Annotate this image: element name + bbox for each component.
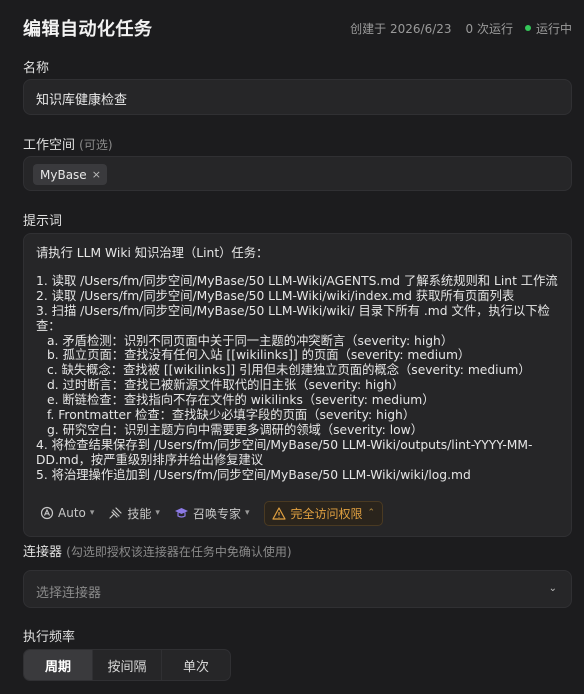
model-selector[interactable]: Auto ▾ bbox=[40, 506, 94, 520]
chevron-down-icon: ▾ bbox=[89, 508, 95, 518]
connector-hint: (勾选即授权该连接器在任务中免确认使用) bbox=[66, 545, 292, 559]
header: 编辑自动化任务 创建于 2026/6/23 0 次运行 运行中 bbox=[23, 14, 572, 42]
prompt-label: 提示词 bbox=[23, 214, 63, 229]
created-date: 创建于 2026/6/23 bbox=[350, 21, 452, 36]
prompt-toolbar: Auto ▾ 技能 ▾ 召唤专家 ▾ 完全访问权限 ⌃ bbox=[40, 500, 384, 526]
workspace-select[interactable]: MyBase × bbox=[23, 156, 572, 191]
prompt-line: 4. 将检查结果保存到 /Users/fm/同步空间/MyBase/50 LLM… bbox=[36, 437, 533, 467]
frequency-option-periodic[interactable]: 周期 bbox=[24, 650, 92, 680]
chevron-down-icon: ⌄ bbox=[548, 583, 557, 594]
connector-placeholder: 选择连接器 bbox=[36, 586, 102, 601]
name-input[interactable]: 知识库健康检查 bbox=[23, 79, 572, 115]
prompt-line: 3. 扫描 /Users/fm/同步空间/MyBase/50 LLM-Wiki/… bbox=[36, 303, 550, 333]
chevron-down-icon: ▾ bbox=[244, 508, 250, 518]
prompt-line: 5. 将治理操作追加到 /Users/fm/同步空间/MyBase/50 LLM… bbox=[36, 467, 471, 482]
name-value: 知识库健康检查 bbox=[36, 93, 128, 108]
prompt-blank-line bbox=[36, 261, 564, 274]
chevron-down-icon: ▾ bbox=[155, 508, 160, 518]
frequency-label: 执行频率 bbox=[23, 630, 76, 645]
connector-label: 连接器 (勾选即授权该连接器在任务中免确认使用) bbox=[23, 541, 292, 560]
status-badge: 运行中 bbox=[524, 20, 572, 37]
prompt-line: f. Frontmatter 检查：查找缺少必填字段的页面（severity: … bbox=[47, 408, 416, 423]
workspace-chip: MyBase × bbox=[33, 164, 107, 185]
prompt-line: c. 缺失概念：查找被 [[wikilinks]] 引用但未创建独立页面的概念（… bbox=[47, 363, 531, 378]
model-auto-icon bbox=[40, 506, 54, 520]
experts-button[interactable]: 召唤专家 ▾ bbox=[174, 505, 250, 522]
frequency-segmented-control: 周期 按间隔 单次 bbox=[23, 649, 231, 681]
status-dot-icon bbox=[524, 25, 531, 31]
permission-button[interactable]: 完全访问权限 ⌃ bbox=[263, 500, 384, 526]
connector-select[interactable]: 选择连接器 ⌄ bbox=[23, 570, 572, 608]
frequency-option-once[interactable]: 单次 bbox=[161, 650, 230, 680]
skills-label: 技能 bbox=[127, 506, 152, 521]
permission-label: 完全访问权限 bbox=[290, 506, 363, 521]
workspace-optional: (可选) bbox=[79, 138, 113, 152]
task-meta: 创建于 2026/6/23 0 次运行 运行中 bbox=[336, 20, 572, 37]
warning-icon bbox=[271, 506, 286, 520]
prompt-text: 请执行 LLM Wiki 知识治理（Lint）任务： 1. 读取 /Users/… bbox=[36, 246, 564, 483]
model-label: Auto bbox=[58, 506, 86, 520]
skills-button[interactable]: 技能 ▾ bbox=[108, 505, 160, 522]
prompt-line: b. 孤立页面：查找没有任何入站 [[wikilinks]] 的页面（sever… bbox=[47, 348, 471, 363]
frequency-option-interval[interactable]: 按间隔 bbox=[92, 650, 161, 680]
run-count: 0 次运行 bbox=[465, 21, 513, 36]
prompt-line: d. 过时断言：查找已被新源文件取代的旧主张（severity: high） bbox=[47, 378, 405, 393]
status-text: 运行中 bbox=[535, 21, 572, 36]
prompt-line: 1. 读取 /Users/fm/同步空间/MyBase/50 LLM-Wiki/… bbox=[36, 273, 558, 288]
workspace-label: 工作空间 (可选) bbox=[23, 134, 113, 153]
prompt-textarea[interactable]: 请执行 LLM Wiki 知识治理（Lint）任务： 1. 读取 /Users/… bbox=[23, 233, 572, 537]
skills-icon bbox=[109, 507, 123, 519]
prompt-line: 请执行 LLM Wiki 知识治理（Lint）任务： bbox=[36, 246, 269, 260]
workspace-chip-label: MyBase bbox=[40, 167, 87, 182]
chevron-down-icon: ⌃ bbox=[367, 508, 376, 518]
prompt-line: e. 断链检查：查找指向不存在文件的 wikilinks（severity: m… bbox=[47, 393, 435, 408]
prompt-line: g. 研究空白：识别主题方向中需要更多调研的领域（severity: low） bbox=[47, 422, 423, 437]
connector-label-text: 连接器 bbox=[23, 545, 63, 560]
prompt-line: 2. 读取 /Users/fm/同步空间/MyBase/50 LLM-Wiki/… bbox=[36, 288, 515, 303]
name-label: 名称 bbox=[23, 61, 50, 76]
page-title: 编辑自动化任务 bbox=[23, 19, 153, 40]
experts-label: 召唤专家 bbox=[192, 506, 241, 521]
chip-remove-icon[interactable]: × bbox=[92, 168, 101, 181]
graduation-cap-icon bbox=[174, 508, 188, 518]
workspace-label-text: 工作空间 bbox=[23, 138, 76, 153]
prompt-line: a. 矛盾检测：识别不同页面中关于同一主题的冲突断言（severity: hig… bbox=[47, 333, 454, 348]
